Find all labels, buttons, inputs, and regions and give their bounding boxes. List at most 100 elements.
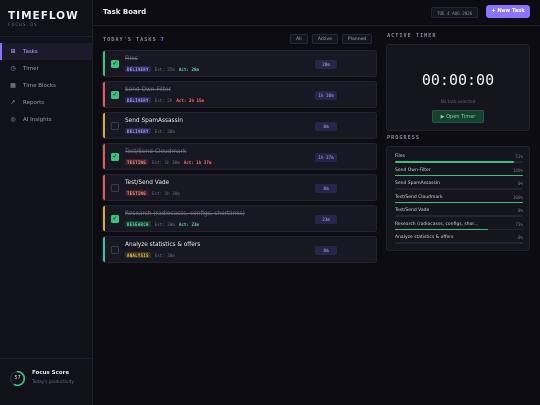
- task-tag: TESTING: [125, 190, 148, 196]
- timer-display: 00:00:00: [421, 71, 495, 89]
- sidebar-item-ai-insights[interactable]: ◎ AI Insights: [0, 111, 93, 128]
- task-card[interactable]: ✓ Files DELIVERY Est: 35m Act: 28m 28m: [102, 50, 377, 77]
- progress-task-name: Send SpamAssassin: [395, 181, 440, 186]
- task-meta: DELIVERY Est: 2h Act: 2h 15m: [125, 97, 204, 103]
- focus-score-card: 57 Focus Score Today's productivity: [0, 358, 93, 405]
- task-card[interactable]: ✓ Test/Send Cloudmark TESTING Est: 1h 30m Ac…: [102, 143, 377, 170]
- task-card[interactable]: Test/Send Vade TESTING Est: 1h 30m 0m: [102, 174, 377, 201]
- progress-fill: [395, 228, 489, 231]
- task-estimate: Est: 35m: [154, 66, 175, 72]
- task-estimate: Est: 30m: [154, 221, 175, 227]
- task-tag: RESEARCH: [125, 221, 151, 227]
- filter-planned[interactable]: Planned: [341, 34, 373, 44]
- progress-task-name: Analyze statistics & offers: [395, 235, 454, 240]
- progress-percent: 100%: [512, 167, 523, 173]
- open-timer-button[interactable]: ▶ Open Timer: [432, 110, 484, 123]
- progress-task-name: Files: [395, 154, 405, 159]
- progress-task-name: Test/Send Vade: [395, 208, 430, 213]
- page-title: Task Board: [103, 8, 147, 16]
- task-actual: Act: 23m: [178, 221, 200, 227]
- progress-track: [395, 174, 523, 177]
- clock-icon: ◷: [10, 65, 16, 72]
- sidebar: TIMEFLOW FOCUS OS ⊞ Tasks ◷ Timer ▦ Time Bloc…: [0, 0, 93, 405]
- progress-section-title: PROGRESS: [387, 135, 420, 141]
- task-actual: Act: 28m: [178, 66, 200, 72]
- checkmark-icon: ✓: [112, 215, 118, 222]
- task-filters: All Active Planned: [290, 34, 373, 44]
- task-time-pill[interactable]: 0m: [315, 184, 337, 193]
- task-time-pill[interactable]: 0m: [315, 122, 337, 131]
- focus-score-title: Focus Score: [32, 370, 70, 376]
- progress-track: [395, 201, 523, 204]
- sidebar-item-label: Reports: [23, 99, 45, 106]
- task-checkbox[interactable]: [111, 122, 119, 130]
- progress-row: Test/Send Vade 0%: [395, 208, 523, 221]
- task-meta: TESTING Est: 1h 30m Act: 1h 37m: [125, 159, 211, 165]
- progress-task-name: Research (radiocasss, configs, shor...: [395, 221, 479, 227]
- task-meta: TESTING Est: 1h 30m: [125, 190, 180, 196]
- sidebar-item-label: AI Insights: [23, 116, 52, 123]
- task-card[interactable]: ✓ Research (radiocasss, configs, shortlin…: [102, 205, 377, 232]
- task-estimate: Est: 30m: [154, 128, 175, 134]
- progress-percent: 100%: [512, 194, 523, 200]
- task-title: Files: [125, 56, 138, 62]
- sidebar-item-timer[interactable]: ◷ Timer: [0, 60, 93, 77]
- task-card[interactable]: ✓ Send Own-Filter DELIVERY Est: 2h Act: 2h 1…: [102, 81, 377, 108]
- task-title: Analyze statistics & offers: [125, 242, 201, 248]
- task-meta: RESEARCH Est: 30m Act: 23m: [125, 221, 199, 227]
- timer-panel: 00:00:00 No task selected ▶ Open Timer: [386, 44, 530, 131]
- task-tag: DELIVERY: [125, 97, 151, 103]
- sidebar-item-tasks[interactable]: ⊞ Tasks: [0, 43, 93, 60]
- spark-icon: ◎: [10, 116, 16, 123]
- progress-track: [395, 228, 523, 231]
- sidebar-item-reports[interactable]: ↗ Reports: [0, 94, 93, 111]
- progress-track: [395, 242, 523, 244]
- task-priority-bar: [103, 51, 105, 76]
- sidebar-item-time-blocks[interactable]: ▦ Time Blocks: [0, 77, 93, 94]
- task-card[interactable]: Send SpamAssassin DELIVERY Est: 30m 0m: [102, 112, 377, 139]
- task-time-pill[interactable]: 0m: [315, 246, 337, 255]
- task-time-pill[interactable]: 28m: [315, 60, 337, 69]
- task-estimate: Est: 1h 30m: [151, 159, 180, 165]
- progress-track: [395, 161, 523, 163]
- progress-row: Research (radiocasss, configs, shor... 73…: [395, 222, 523, 235]
- progress-row: Files 53%: [395, 154, 523, 167]
- task-time-pill[interactable]: 1h 10m: [315, 91, 337, 100]
- task-title: Send SpamAssassin: [125, 118, 183, 124]
- task-meta: ANALYSIS Est: 30m: [125, 252, 175, 258]
- task-meta: DELIVERY Est: 35m Act: 28m: [125, 66, 199, 72]
- progress-percent: 0%: [517, 181, 523, 186]
- task-tag: DELIVERY: [125, 128, 151, 134]
- task-tag: TESTING: [125, 159, 148, 165]
- checkmark-icon: ✓: [112, 60, 118, 67]
- progress-percent: 53%: [515, 154, 523, 159]
- checkmark-icon: ✓: [112, 153, 118, 160]
- calendar-icon: ▦: [10, 82, 16, 89]
- task-title: Research (radiocasss, configs, shortlink…: [125, 211, 245, 217]
- task-estimate: Est: 1h 30m: [151, 190, 180, 196]
- task-checkbox[interactable]: [111, 184, 119, 192]
- task-checkbox[interactable]: ✓: [111, 153, 119, 161]
- task-priority-bar: [103, 82, 105, 107]
- task-card[interactable]: Analyze statistics & offers ANALYSIS Est: …: [102, 236, 377, 263]
- task-checkbox[interactable]: ✓: [111, 215, 119, 223]
- task-time-pill[interactable]: 23m: [315, 215, 337, 224]
- sidebar-nav: ⊞ Tasks ◷ Timer ▦ Time Blocks ↗ Reports ◎ AI Insi…: [0, 43, 93, 128]
- task-checkbox[interactable]: ✓: [111, 60, 119, 68]
- progress-row: Send Own-Filter 100%: [395, 168, 523, 181]
- filter-all[interactable]: All: [290, 34, 308, 44]
- filter-active[interactable]: Active: [311, 34, 338, 44]
- new-task-button[interactable]: + New Task: [486, 5, 530, 18]
- task-time-pill[interactable]: 1h 37m: [315, 153, 337, 162]
- progress-row: Send SpamAssassin 0%: [395, 181, 523, 194]
- task-checkbox[interactable]: [111, 246, 119, 254]
- progress-track: [395, 188, 523, 190]
- progress-percent: 0%: [517, 235, 523, 240]
- progress-track: [395, 215, 523, 217]
- progress-fill: [395, 201, 523, 204]
- checkmark-icon: ✓: [112, 91, 118, 98]
- top-header: Task Board TUE 4 AUG 2026 + New Task: [93, 0, 540, 26]
- task-priority-bar: [103, 175, 105, 200]
- task-checkbox[interactable]: ✓: [111, 91, 119, 99]
- sidebar-item-label: Timer: [23, 65, 39, 72]
